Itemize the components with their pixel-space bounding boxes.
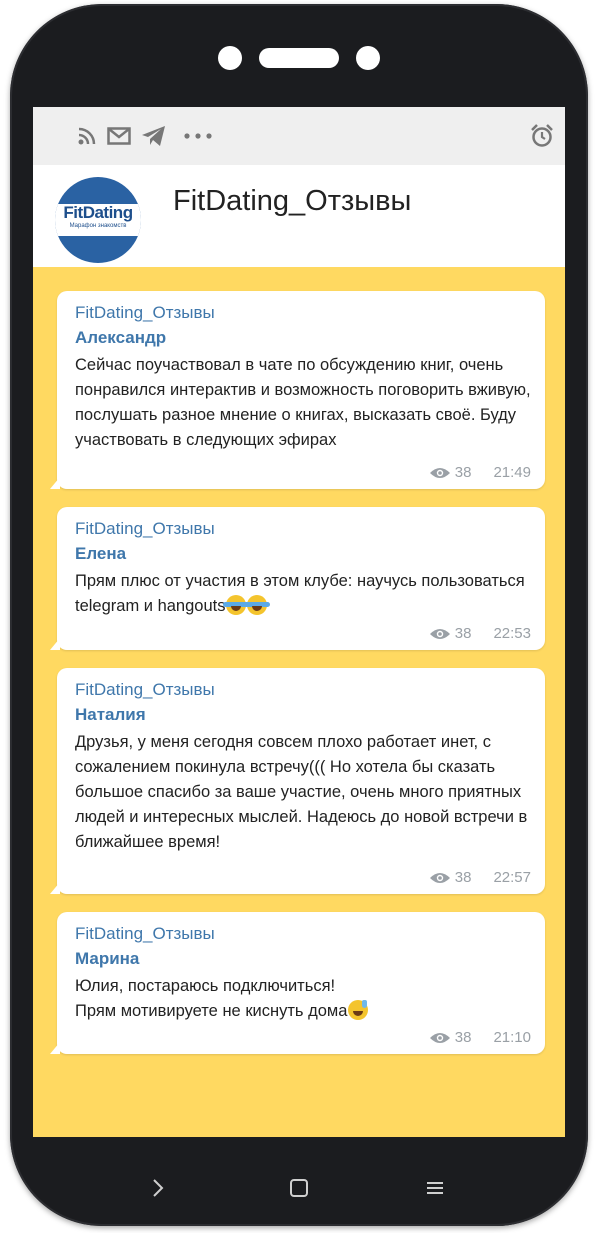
mail-icon	[107, 122, 131, 150]
phone-frame: FitDating Марафон знакомств FitDating_От…	[10, 4, 588, 1226]
message-channel-name[interactable]: FitDating_Отзывы	[75, 303, 215, 323]
message-channel-name[interactable]: FitDating_Отзывы	[75, 924, 215, 944]
tears-of-joy-emoji-icon	[244, 595, 271, 615]
front-camera	[218, 46, 242, 70]
message-text-container: Юлия, постараюсь подключиться! Прям моти…	[75, 974, 537, 1024]
message-bubble[interactable]: FitDating_Отзывы Елена Прям плюс от учас…	[50, 507, 545, 650]
back-chevron-icon[interactable]	[143, 1177, 173, 1199]
message-bubble[interactable]: FitDating_Отзывы Александр Сейчас поучас…	[50, 291, 545, 489]
status-bar	[33, 107, 565, 165]
message-author[interactable]: Наталия	[75, 705, 146, 725]
tears-of-joy-emoji-icon	[223, 595, 250, 615]
avatar-logo-text: FitDating	[63, 203, 133, 222]
eye-icon	[429, 1032, 450, 1043]
eye-icon	[429, 872, 450, 883]
screen: FitDating Марафон знакомств FitDating_От…	[33, 107, 565, 1137]
message-channel-name[interactable]: FitDating_Отзывы	[75, 519, 215, 539]
message-meta: 38 21:10	[429, 1029, 531, 1046]
message-meta: 38 21:49	[429, 464, 531, 481]
message-time: 21:10	[493, 1029, 531, 1046]
eye-icon	[429, 467, 450, 478]
message-text: Прям плюс от участия в этом клубе: научу…	[75, 572, 525, 615]
message-text: Друзья, у меня сегодня совсем плохо рабо…	[75, 733, 528, 851]
message-time: 22:53	[493, 625, 531, 642]
grinning-sweat-emoji-icon	[348, 1000, 369, 1020]
home-square-icon[interactable]	[284, 1177, 314, 1199]
message-text: Сейчас поучаствовал в чате по обсуждению…	[75, 356, 531, 449]
menu-lines-icon[interactable]	[420, 1177, 450, 1199]
message-bubble[interactable]: FitDating_Отзывы Наталия Друзья, у меня …	[50, 668, 545, 894]
view-count: 38	[454, 869, 472, 886]
earpiece-speaker	[259, 48, 339, 68]
view-count: 38	[454, 464, 472, 481]
message-author[interactable]: Александр	[75, 328, 166, 348]
message-text-line: Юлия, постараюсь подключиться!	[75, 977, 336, 995]
eye-icon	[429, 628, 450, 639]
message-text-line: Прям мотивируете не киснуть дома	[75, 1002, 348, 1020]
rss-icon	[77, 122, 97, 150]
message-channel-name[interactable]: FitDating_Отзывы	[75, 680, 215, 700]
message-meta: 38 22:53	[429, 625, 531, 642]
proximity-sensor	[356, 46, 380, 70]
chat-header[interactable]: FitDating Марафон знакомств FitDating_От…	[33, 165, 565, 267]
message-bubble[interactable]: FitDating_Отзывы Марина Юлия, постараюсь…	[50, 912, 545, 1054]
channel-avatar[interactable]: FitDating Марафон знакомств	[55, 177, 141, 263]
alarm-icon	[529, 122, 555, 150]
message-time: 21:49	[493, 464, 531, 481]
more-dots-icon[interactable]	[183, 122, 213, 150]
message-author[interactable]: Елена	[75, 544, 126, 564]
message-author[interactable]: Марина	[75, 949, 139, 969]
channel-title: FitDating_Отзывы	[173, 185, 412, 217]
telegram-icon	[141, 122, 167, 150]
message-text-container: Прям плюс от участия в этом клубе: научу…	[75, 569, 537, 619]
view-count: 38	[454, 1029, 472, 1046]
message-time: 22:57	[493, 869, 531, 886]
message-meta: 38 22:57	[429, 869, 531, 886]
view-count: 38	[454, 625, 472, 642]
avatar-subtitle-text: Марафон знакомств	[69, 223, 127, 229]
